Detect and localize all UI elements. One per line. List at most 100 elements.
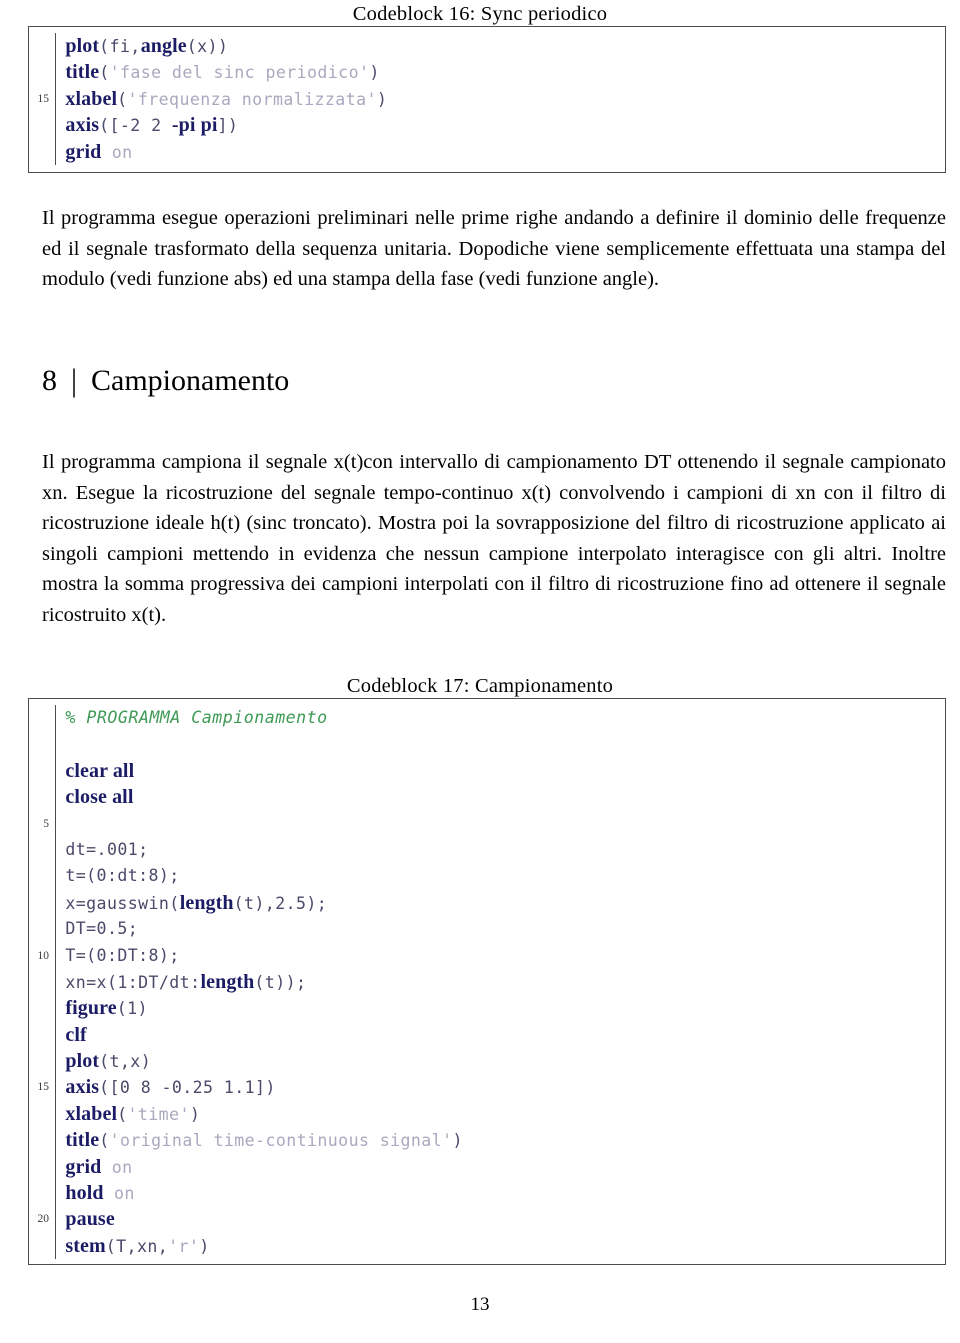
code-line: axis([0 8 -0.25 1.1]) — [65, 1074, 945, 1100]
code-line: grid on — [65, 1154, 945, 1180]
code-token-kw: angle — [140, 35, 187, 57]
code-token-pl: ) — [376, 89, 388, 109]
code-token-str: on — [113, 1184, 135, 1204]
code-line: grid on — [65, 139, 945, 165]
code-line: title('fase del sinc periodico') — [65, 59, 945, 85]
code-token-pl: x=gausswin( — [65, 893, 180, 913]
line-number — [29, 59, 49, 85]
section-separator: | — [71, 363, 78, 398]
line-number — [29, 890, 49, 916]
code-line: stem(T,xn,'r') — [65, 1233, 945, 1259]
paragraph-sync-periodico: Il programma esegue operazioni prelimina… — [42, 207, 946, 290]
code-token-pl: ( — [117, 1104, 128, 1124]
code-token-kw: length — [200, 970, 255, 993]
code-line: T=(0:DT:8); — [65, 943, 945, 969]
code-token-kw: pause — [65, 1208, 115, 1231]
code-token-pl: ) — [189, 1104, 201, 1124]
code-line — [65, 811, 945, 837]
code-token-kw: close all — [65, 786, 134, 809]
code-token-kw: grid — [65, 140, 102, 163]
codeblock-16-caption: Codeblock 16: Sync periodico — [352, 3, 608, 25]
code-token-str: 'time' — [127, 1104, 190, 1124]
line-number — [29, 916, 49, 942]
code-token-pl: (T,xn, — [105, 1236, 169, 1256]
code-token-pl: ( — [99, 1131, 110, 1151]
code-line: close all — [65, 784, 945, 810]
line-number — [29, 1127, 49, 1153]
codeblock-16-listing: 15 plot(fi,angle(x)) title('fase del sinc… — [28, 26, 946, 173]
code-token-pl: T=(0:DT:8); — [65, 945, 180, 965]
code-token-kw: xlabel — [65, 1102, 118, 1125]
code-line: x=gausswin(length(t),2.5); — [65, 890, 945, 916]
code-token-pl: xn=x(1:DT/dt: — [65, 972, 201, 992]
code-token-pl: DT=0.5; — [65, 919, 139, 939]
code-token-kw: plot — [65, 1050, 100, 1073]
line-number — [29, 112, 49, 138]
code-token-pl: ( — [117, 89, 128, 109]
code-line: figure(1) — [65, 995, 945, 1021]
line-number — [29, 1022, 49, 1048]
code-line: clear all — [65, 758, 945, 784]
code-token-pl: (1) — [116, 999, 148, 1019]
line-number: 20 — [37, 1213, 50, 1226]
section-number: 8 — [42, 364, 57, 397]
code-token-pl: ]) — [217, 116, 239, 136]
code-token-kw: xlabel — [65, 87, 118, 110]
code-token-pl: (x)) — [186, 37, 229, 56]
code-token-kw: figure — [65, 997, 117, 1020]
code-token-kw: axis — [65, 1076, 100, 1099]
line-number — [29, 705, 49, 731]
code-token-kw: axis — [65, 114, 100, 137]
code-token-kw: title — [65, 61, 100, 84]
code-token-kw: clear all — [65, 759, 135, 782]
code-line: t=(0:dt:8); — [65, 863, 945, 889]
paragraph-campionamento: Il programma campiona il segnale x(t)con… — [42, 451, 946, 626]
code-token-pl: (t)); — [254, 972, 307, 992]
document-page: Codeblock 16: Sync periodico 15 plot(fi,… — [0, 0, 960, 1343]
line-number — [29, 1180, 49, 1206]
code-line — [65, 731, 945, 757]
code-line: clf — [65, 1022, 945, 1048]
code-token-pl: t=(0:dt:8); — [65, 866, 180, 886]
line-number — [29, 969, 49, 995]
section-heading-campionamento: 8 | Campionamento — [42, 363, 946, 399]
line-number: 5 — [43, 817, 49, 830]
code-line: plot(fi,angle(x)) — [65, 33, 945, 59]
codeblock-17-code: % PROGRAMMA Campionamento clear all close… — [56, 705, 945, 1259]
code-token-str: 'frequenza normalizzata' — [127, 89, 377, 109]
codeblock-16-code: plot(fi,angle(x)) title('fase del sinc pe… — [56, 33, 945, 165]
code-token-pl: ([0 8 -0.25 1.1]) — [99, 1078, 276, 1098]
code-token-pl: (t),2.5); — [233, 893, 328, 913]
line-number — [29, 758, 49, 784]
code-token-str: on — [111, 142, 133, 162]
code-token-kw: clf — [65, 1023, 87, 1046]
code-line: DT=0.5; — [65, 916, 945, 942]
code-token-pl: ([-2 2 — [99, 116, 172, 136]
code-token-pl: (fi, — [99, 37, 141, 56]
code-token-kw: grid — [65, 1155, 102, 1178]
code-token-kw: stem — [65, 1234, 106, 1257]
code-token-str: 'original time-continuous signal' — [109, 1131, 453, 1151]
code-token-pl: ) — [369, 63, 380, 83]
code-token-pl: ( — [99, 63, 110, 83]
code-token-cmt: % PROGRAMMA Campionamento — [65, 708, 328, 727]
line-number — [29, 784, 49, 810]
line-number: 15 — [37, 1081, 50, 1094]
code-line: plot(t,x) — [65, 1048, 945, 1074]
code-line: xlabel('frequenza normalizzata') — [65, 86, 945, 112]
line-number — [29, 1154, 49, 1180]
line-number — [29, 731, 49, 757]
code-line: pause — [65, 1206, 945, 1232]
line-number: 15 — [37, 92, 50, 105]
line-number — [29, 33, 49, 59]
line-number — [29, 837, 49, 863]
code-token-kw: hold — [65, 1182, 104, 1205]
code-token-str: on — [111, 1157, 133, 1177]
code-token-str: 'fase del sinc periodico' — [109, 63, 370, 83]
line-number — [29, 863, 49, 889]
line-number — [29, 1048, 49, 1074]
code-line: dt=.001; — [65, 837, 945, 863]
